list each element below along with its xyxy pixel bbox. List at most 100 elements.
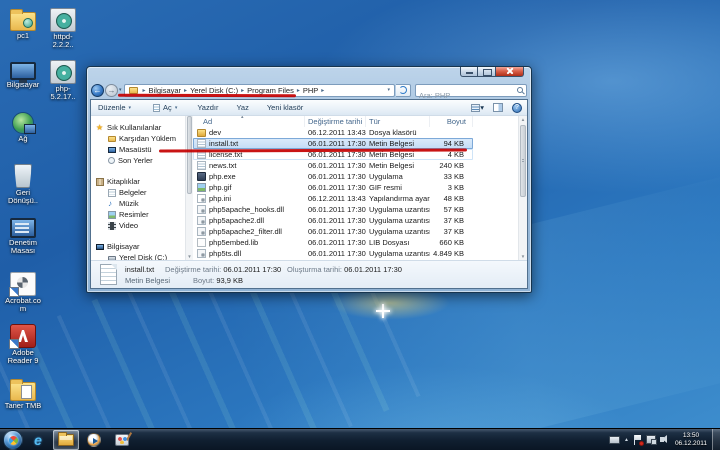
file-date: 06.01.2011 17:30 [305, 205, 366, 214]
sidebar-item-local-disk-c[interactable]: Yerel Disk (C:) [91, 252, 185, 260]
file-row[interactable]: php.ini06.12.2011 13:43Yapılandırma ayar… [193, 193, 473, 204]
file-type: LIB Dosyası [366, 238, 430, 247]
file-type: Uygulama uzantısı [366, 249, 430, 258]
desktop-icon-adobe-reader[interactable]: Adobe Reader 9 [3, 324, 43, 365]
breadcrumb-separator-icon[interactable]: ▸ [321, 87, 324, 94]
file-row[interactable]: php.exe06.01.2011 17:30Uygulama33 KB [193, 171, 473, 182]
file-name: php.gif [209, 183, 305, 192]
keyboard-layout-icon[interactable] [609, 436, 620, 444]
breadcrumb-segment[interactable]: Program Files [247, 86, 294, 95]
print-button[interactable]: Yazdır [193, 101, 222, 115]
adobe-reader-icon [10, 324, 36, 348]
column-header-date-modified[interactable]: Değiştirme tarihi [305, 116, 366, 127]
details-pane: install.txt Metin Belgesi Değiştirme tar… [91, 260, 527, 288]
file-name: php5apache2.dll [209, 216, 305, 225]
sidebar-group-libraries[interactable]: Kitaplıklar [91, 176, 185, 187]
organize-menu-button[interactable]: Düzenle▾ [94, 101, 135, 115]
minimize-button[interactable] [460, 67, 478, 77]
taskbar-media-player-button[interactable] [81, 430, 107, 450]
taskbar-explorer-button[interactable] [53, 430, 79, 450]
breadcrumb-separator-icon[interactable]: ▸ [184, 87, 187, 94]
show-desktop-button[interactable] [712, 429, 720, 450]
back-button[interactable]: ← [91, 84, 104, 97]
notepad-icon [153, 104, 160, 112]
taskbar-paint-button[interactable] [109, 430, 135, 450]
scrollbar-thumb[interactable] [187, 116, 192, 194]
desktop-icon-taner-folder[interactable]: Taner TMB [3, 378, 43, 410]
file-row[interactable]: news.txt06.01.2011 17:30Metin Belgesi240… [193, 160, 473, 171]
maximize-button[interactable] [478, 67, 496, 77]
column-header-size[interactable]: Boyut [430, 116, 473, 127]
file-date: 06.01.2011 17:30 [305, 172, 366, 181]
burn-button[interactable]: Yaz [232, 101, 252, 115]
desktop-icon-recycle-bin[interactable]: Geri Dönüşü.. [3, 164, 43, 205]
details-file-type: Metin Belgesi [125, 275, 170, 286]
desktop-icon-control-panel[interactable]: Denetim Masası [3, 218, 43, 255]
sidebar-item-pictures[interactable]: Resimler [91, 209, 185, 220]
pictures-icon [108, 211, 116, 219]
file-size: 57 KB [430, 205, 470, 214]
network-tray-icon[interactable] [646, 435, 656, 444]
new-folder-button[interactable]: Yeni klasör [263, 101, 307, 115]
title-bar[interactable] [87, 67, 531, 82]
action-center-flag-icon[interactable] [634, 435, 642, 445]
file-row[interactable]: php5apache2.dll06.01.2011 17:30Uygulama … [193, 215, 473, 226]
file-row[interactable]: php5apache_hooks.dll06.01.2011 17:30Uygu… [193, 204, 473, 215]
desktop-icon-httpd-installer[interactable]: httpd-2.2.2.. [43, 8, 83, 49]
start-button[interactable] [3, 430, 23, 450]
sidebar-scrollbar[interactable]: ▼ [185, 116, 193, 260]
scrollbar-thumb[interactable] [520, 125, 526, 197]
volume-icon[interactable] [660, 437, 664, 442]
scroll-down-icon[interactable]: ▼ [519, 254, 527, 259]
desktop-icon-label: httpd-2.2.2.. [43, 33, 83, 49]
sidebar-item-label: Video [119, 221, 138, 230]
file-list-scrollbar[interactable]: ▲ ▼ [518, 116, 527, 260]
taskbar-clock[interactable]: 13:50 06.12.2011 [670, 432, 712, 448]
refresh-button[interactable] [396, 84, 411, 97]
breadcrumb-separator-icon[interactable]: ▸ [241, 87, 244, 94]
file-row[interactable]: dev06.12.2011 13:43Dosya klasörü [193, 127, 473, 138]
sidebar-group-computer[interactable]: Bilgisayar [91, 241, 185, 252]
preview-pane-button[interactable] [493, 103, 503, 112]
file-row-selected[interactable]: install.txt06.01.2011 17:30Metin Belgesi… [193, 138, 473, 149]
breadcrumb-segment[interactable]: PHP [303, 86, 318, 95]
sidebar-item-music[interactable]: ♪Müzik [91, 198, 185, 209]
file-row[interactable]: php5ts.dll06.01.2011 17:30Uygulama uzant… [193, 248, 473, 259]
sidebar-group-label: Bilgisayar [107, 242, 140, 251]
taskbar-internet-explorer-button[interactable]: e [25, 430, 51, 450]
file-row[interactable]: php5apache2_filter.dll06.01.2011 17:30Uy… [193, 226, 473, 237]
desktop-icon-acrobat-com[interactable]: Acrobat.com [3, 272, 43, 313]
sidebar-item-video[interactable]: Video [91, 220, 185, 231]
address-history-dropdown-icon[interactable]: ▾ [385, 87, 392, 93]
sidebar-item-downloads[interactable]: Karşıdan Yüklem [91, 133, 185, 144]
recent-places-icon [108, 157, 115, 164]
paint-icon [115, 434, 129, 446]
change-view-button[interactable]: ▾ [471, 103, 484, 112]
scroll-down-icon[interactable]: ▼ [186, 254, 193, 259]
recent-pages-dropdown-icon[interactable]: ▾ [119, 87, 122, 93]
file-type: Uygulama uzantısı [366, 205, 430, 214]
desktop-icon-php-installer[interactable]: php-5.2.17.. [43, 60, 83, 101]
scroll-up-icon[interactable]: ▲ [519, 117, 527, 122]
file-row[interactable]: php5embed.lib06.01.2011 17:30LIB Dosyası… [193, 237, 473, 248]
forward-button[interactable]: → [105, 84, 118, 97]
desktop-icon-label: php-5.2.17.. [43, 85, 83, 101]
sidebar-item-documents[interactable]: Belgeler [91, 187, 185, 198]
sidebar-group-favorites[interactable]: ★Sık Kullanılanlar [91, 122, 185, 133]
file-row[interactable]: php.gif06.01.2011 17:30GIF resmi3 KB [193, 182, 473, 193]
desktop-icon-pc1[interactable]: pc1 [3, 8, 43, 40]
desktop-icon-network[interactable]: Ağ [3, 112, 43, 143]
close-button[interactable] [496, 67, 524, 77]
show-hidden-icons-button[interactable]: ▲ [624, 437, 629, 443]
sidebar-item-recent-places[interactable]: Son Yerler [91, 155, 185, 166]
internet-explorer-icon: e [34, 432, 42, 448]
open-menu-button[interactable]: Aç▾ [149, 101, 181, 115]
breadcrumb-separator-icon[interactable]: ▸ [297, 87, 300, 94]
search-box[interactable] [415, 84, 527, 97]
help-button[interactable]: ? [512, 103, 522, 113]
column-header-type[interactable]: Tür [366, 116, 430, 127]
column-header-name[interactable]: Ad [193, 116, 305, 127]
desktop-icon-computer[interactable]: Bilgisayar [3, 60, 43, 89]
file-name: php5embed.lib [209, 238, 305, 247]
column-headers: ▴ Ad Değiştirme tarihi Tür Boyut [193, 116, 518, 127]
